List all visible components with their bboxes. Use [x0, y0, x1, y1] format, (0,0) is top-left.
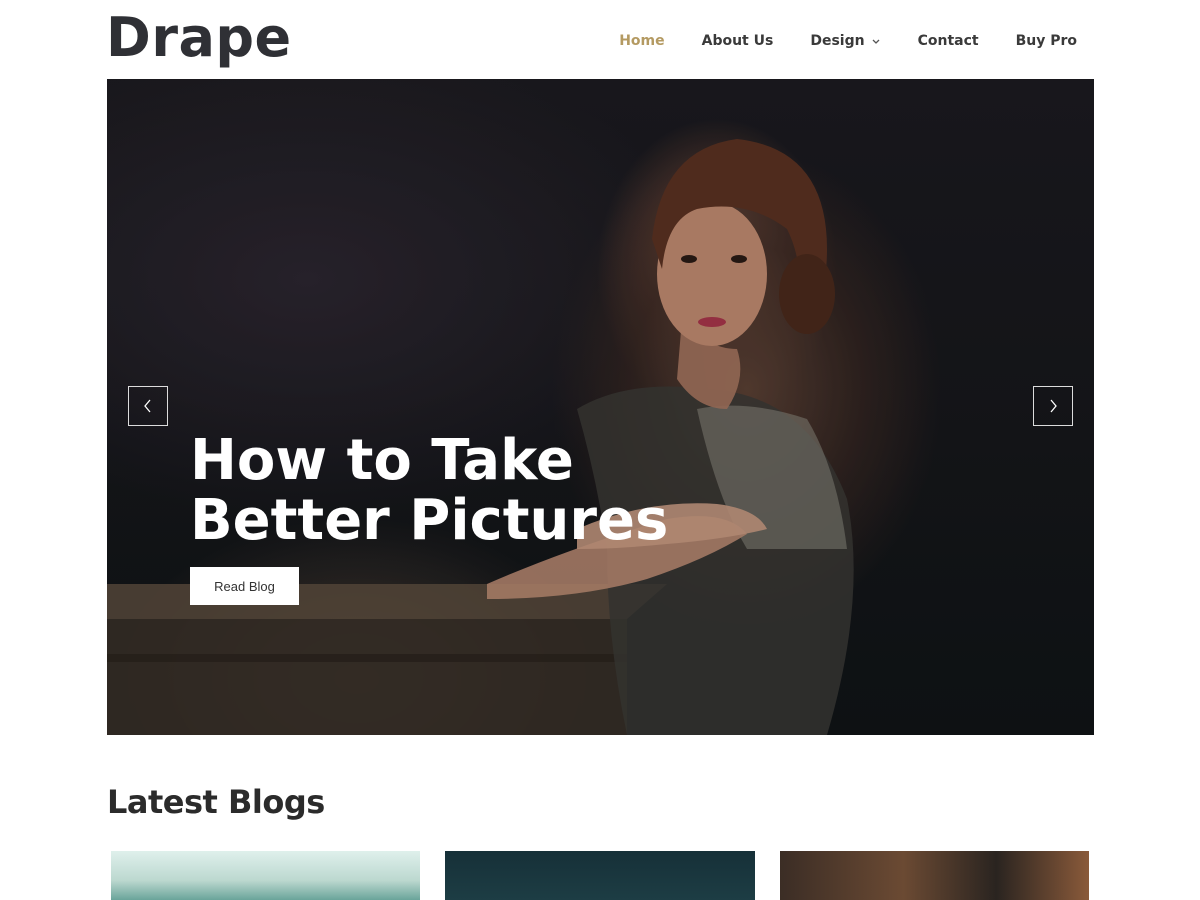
- slider-next-button[interactable]: [1033, 386, 1073, 426]
- blog-card-thumbnail[interactable]: [445, 851, 755, 900]
- site-logo[interactable]: Drape: [106, 6, 292, 69]
- nav-contact-label: Contact: [917, 33, 979, 49]
- hero-title: How to Take Better Pictures: [190, 428, 669, 553]
- latest-blogs-heading: Latest Blogs: [107, 783, 325, 821]
- nav-design[interactable]: Design: [810, 33, 880, 49]
- blog-card-thumbnail[interactable]: [780, 851, 1089, 900]
- blog-card-thumbnail[interactable]: [111, 851, 420, 900]
- nav-about-us-label: About Us: [701, 33, 774, 49]
- nav-buy-pro[interactable]: Buy Pro: [1016, 33, 1077, 49]
- read-blog-button[interactable]: Read Blog: [190, 567, 299, 605]
- nav-contact[interactable]: Contact: [918, 33, 979, 49]
- main-nav: Home About Us Design Contact Buy Pro: [619, 33, 1077, 49]
- nav-design-label: Design: [810, 33, 865, 49]
- chevron-left-icon: [144, 399, 151, 413]
- hero-slider: How to Take Better Pictures Read Blog: [107, 79, 1094, 735]
- chevron-right-icon: [1050, 399, 1057, 413]
- chevron-down-icon: [872, 39, 880, 44]
- hero-overlay: [107, 79, 1094, 735]
- site-header: Drape Home About Us Design Contact Buy P…: [0, 0, 1200, 79]
- slider-prev-button[interactable]: [128, 386, 168, 426]
- nav-home[interactable]: Home: [619, 33, 664, 49]
- nav-about-us[interactable]: About Us: [702, 33, 774, 49]
- nav-home-label: Home: [619, 33, 665, 49]
- nav-buy-pro-label: Buy Pro: [1015, 33, 1077, 49]
